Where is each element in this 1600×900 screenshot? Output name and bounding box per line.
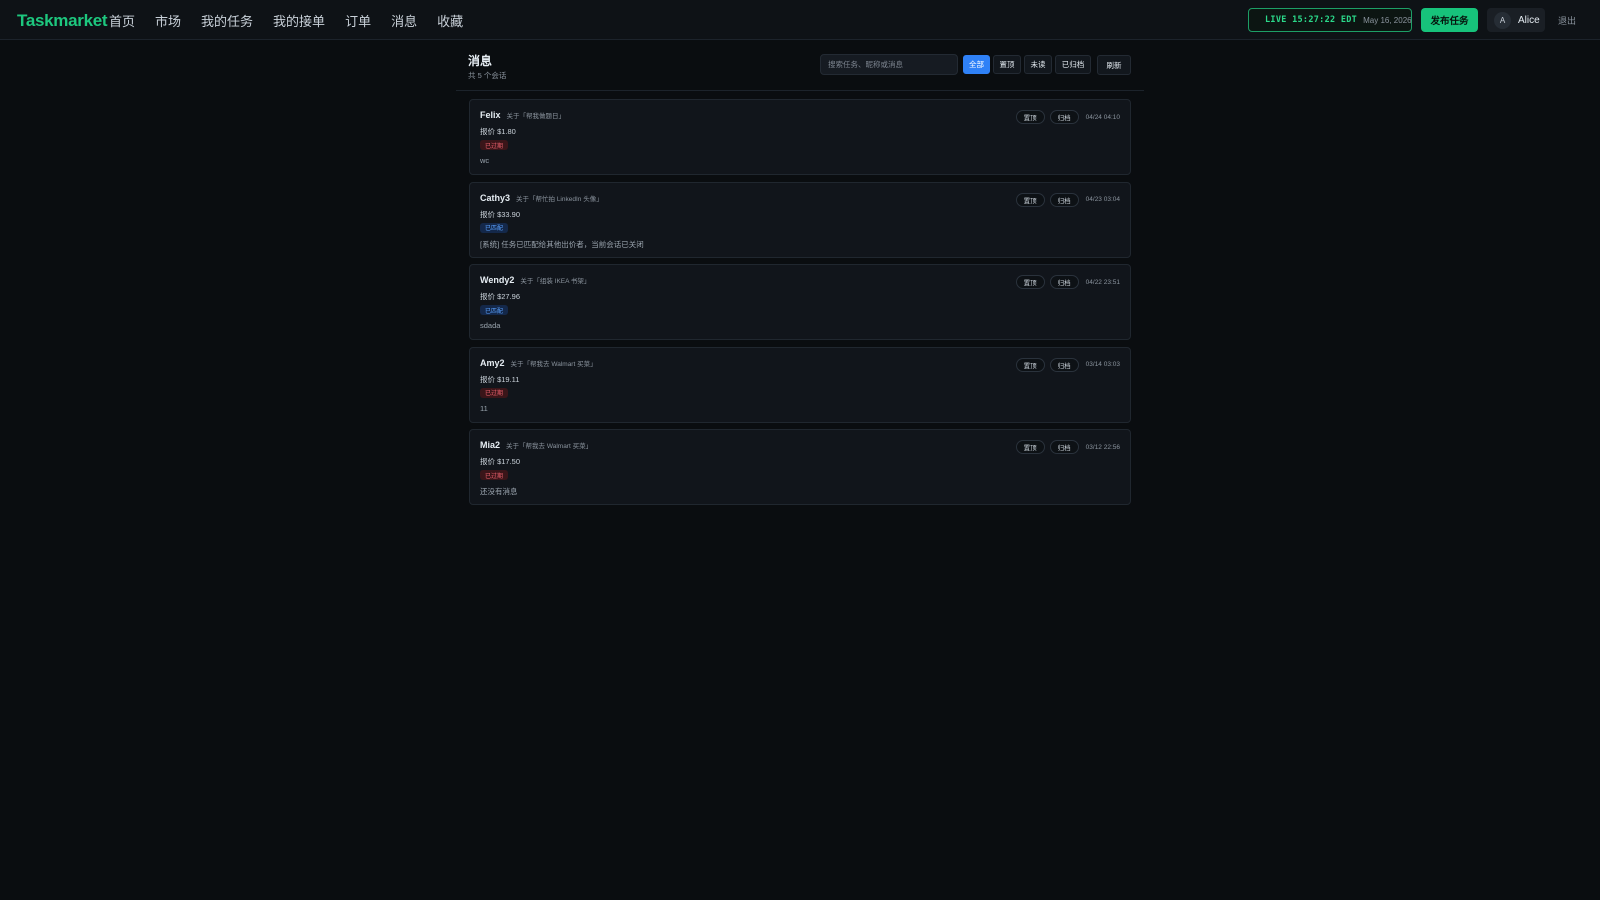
message-time: 03/14 03:03 [1085, 361, 1120, 368]
contact-name: Mia2 [480, 440, 501, 450]
nav-favorites[interactable]: 收藏 [437, 11, 463, 30]
refresh-button[interactable]: 刷新 [1097, 55, 1131, 75]
nav-orders[interactable]: 订单 [345, 11, 371, 30]
archive-button[interactable]: 归档 [1049, 275, 1079, 289]
conversation-list: Felix 关于「帮我做题日」 报价 $1.80 已过期 wc 置顶 归档 04/… [469, 99, 1131, 512]
filter-all-tab[interactable]: 全部 [963, 55, 990, 74]
bid-price: 报价 $27.96 [480, 292, 521, 301]
filter-pinned-tab[interactable]: 置顶 [993, 55, 1021, 74]
task-reference: 关于「帮我去 Walmart 买菜」 [510, 360, 597, 368]
archive-button[interactable]: 归档 [1049, 110, 1079, 124]
status-badge: 已过期 [480, 387, 509, 398]
nav-my-tasks[interactable]: 我的任务 [201, 11, 253, 30]
archive-button[interactable]: 归档 [1049, 357, 1079, 372]
nav-market[interactable]: 市场 [155, 11, 181, 30]
task-reference: 关于「组装 IKEA 书架」 [520, 278, 591, 285]
message-time: 03/12 22:56 [1085, 443, 1120, 451]
app-logo[interactable]: Taskmarket [17, 11, 108, 31]
status-badge: 已过期 [480, 140, 509, 150]
live-clock: LIVE 15:27:22 EDT May 16, 2026 [1248, 8, 1412, 32]
status-badge: 已匹配 [480, 305, 509, 315]
conversation-card[interactable]: Wendy2 关于「组装 IKEA 书架」 报价 $27.96 已匹配 sdada… [469, 264, 1131, 340]
bid-price: 报价 $19.11 [480, 374, 520, 384]
filter-archived-tab[interactable]: 已归档 [1055, 55, 1091, 74]
bid-price: 报价 $33.90 [480, 209, 521, 219]
last-message: 还没有消息 [480, 487, 518, 496]
messages-header: 消息 共 5 个会话 全部 置顶 未读 已归档 刷新 [456, 40, 1144, 91]
page-title: 消息 [468, 54, 493, 68]
logout-link[interactable]: 退出 [1558, 14, 1576, 27]
last-message: [系统] 任务已匹配给其他出价者，当前会话已关闭 [480, 239, 644, 249]
conversation-card[interactable]: Cathy3 关于「帮忙拍 LinkedIn 头像」 报价 $33.90 已匹配 … [469, 181, 1131, 258]
conversation-card[interactable]: Mia2 关于「帮我去 Walmart 买菜」 报价 $17.50 已过期 还没有… [469, 429, 1131, 505]
pin-button[interactable]: 置顶 [1015, 110, 1045, 124]
status-badge: 已匹配 [480, 222, 509, 233]
bid-price: 报价 $17.50 [480, 457, 521, 466]
filter-unread-tab[interactable]: 未读 [1024, 55, 1052, 74]
last-message: 11 [480, 403, 488, 413]
status-badge: 已过期 [480, 470, 509, 480]
last-message: sdada [480, 321, 501, 330]
publish-task-button[interactable]: 发布任务 [1421, 8, 1478, 32]
message-time: 04/23 03:04 [1085, 196, 1120, 203]
bid-price: 报价 $1.80 [480, 127, 516, 136]
nav-my-orders-taken[interactable]: 我的接单 [273, 11, 325, 30]
conversation-card[interactable]: Amy2 关于「帮我去 Walmart 买菜」 报价 $19.11 已过期 11 … [469, 346, 1131, 423]
archive-button[interactable]: 归档 [1049, 440, 1079, 454]
live-time: LIVE 15:27:22 EDT [1265, 15, 1358, 25]
nav-messages[interactable]: 消息 [391, 11, 417, 30]
conversation-count: 共 5 个会话 [468, 71, 507, 80]
task-reference: 关于「帮忙拍 LinkedIn 头像」 [516, 195, 603, 203]
main-nav: 首页 市场 我的任务 我的接单 订单 消息 收藏 [109, 0, 483, 40]
top-navbar: Taskmarket 首页 市场 我的任务 我的接单 订单 消息 收藏 LIVE… [0, 0, 1600, 40]
pin-button[interactable]: 置顶 [1015, 192, 1045, 207]
message-time: 04/22 23:51 [1085, 278, 1120, 286]
contact-name: Amy2 [480, 357, 505, 368]
archive-button[interactable]: 归档 [1049, 192, 1079, 207]
pin-button[interactable]: 置顶 [1015, 275, 1045, 289]
pin-button[interactable]: 置顶 [1015, 440, 1045, 454]
task-reference: 关于「帮我做题日」 [506, 113, 566, 120]
search-input[interactable] [820, 54, 958, 75]
live-date: May 16, 2026 [1363, 15, 1412, 25]
avatar: A [1494, 11, 1511, 29]
contact-name: Cathy3 [480, 192, 511, 203]
nav-home[interactable]: 首页 [109, 11, 135, 30]
username: Alice [1518, 14, 1540, 26]
message-time: 04/24 04:10 [1085, 113, 1120, 121]
last-message: wc [480, 156, 490, 165]
contact-name: Wendy2 [480, 275, 515, 285]
conversation-card[interactable]: Felix 关于「帮我做题日」 报价 $1.80 已过期 wc 置顶 归档 04/… [469, 99, 1131, 175]
pin-button[interactable]: 置顶 [1015, 357, 1045, 372]
task-reference: 关于「帮我去 Walmart 买菜」 [506, 443, 593, 450]
contact-name: Felix [480, 110, 501, 120]
user-menu[interactable]: A Alice [1487, 8, 1545, 32]
